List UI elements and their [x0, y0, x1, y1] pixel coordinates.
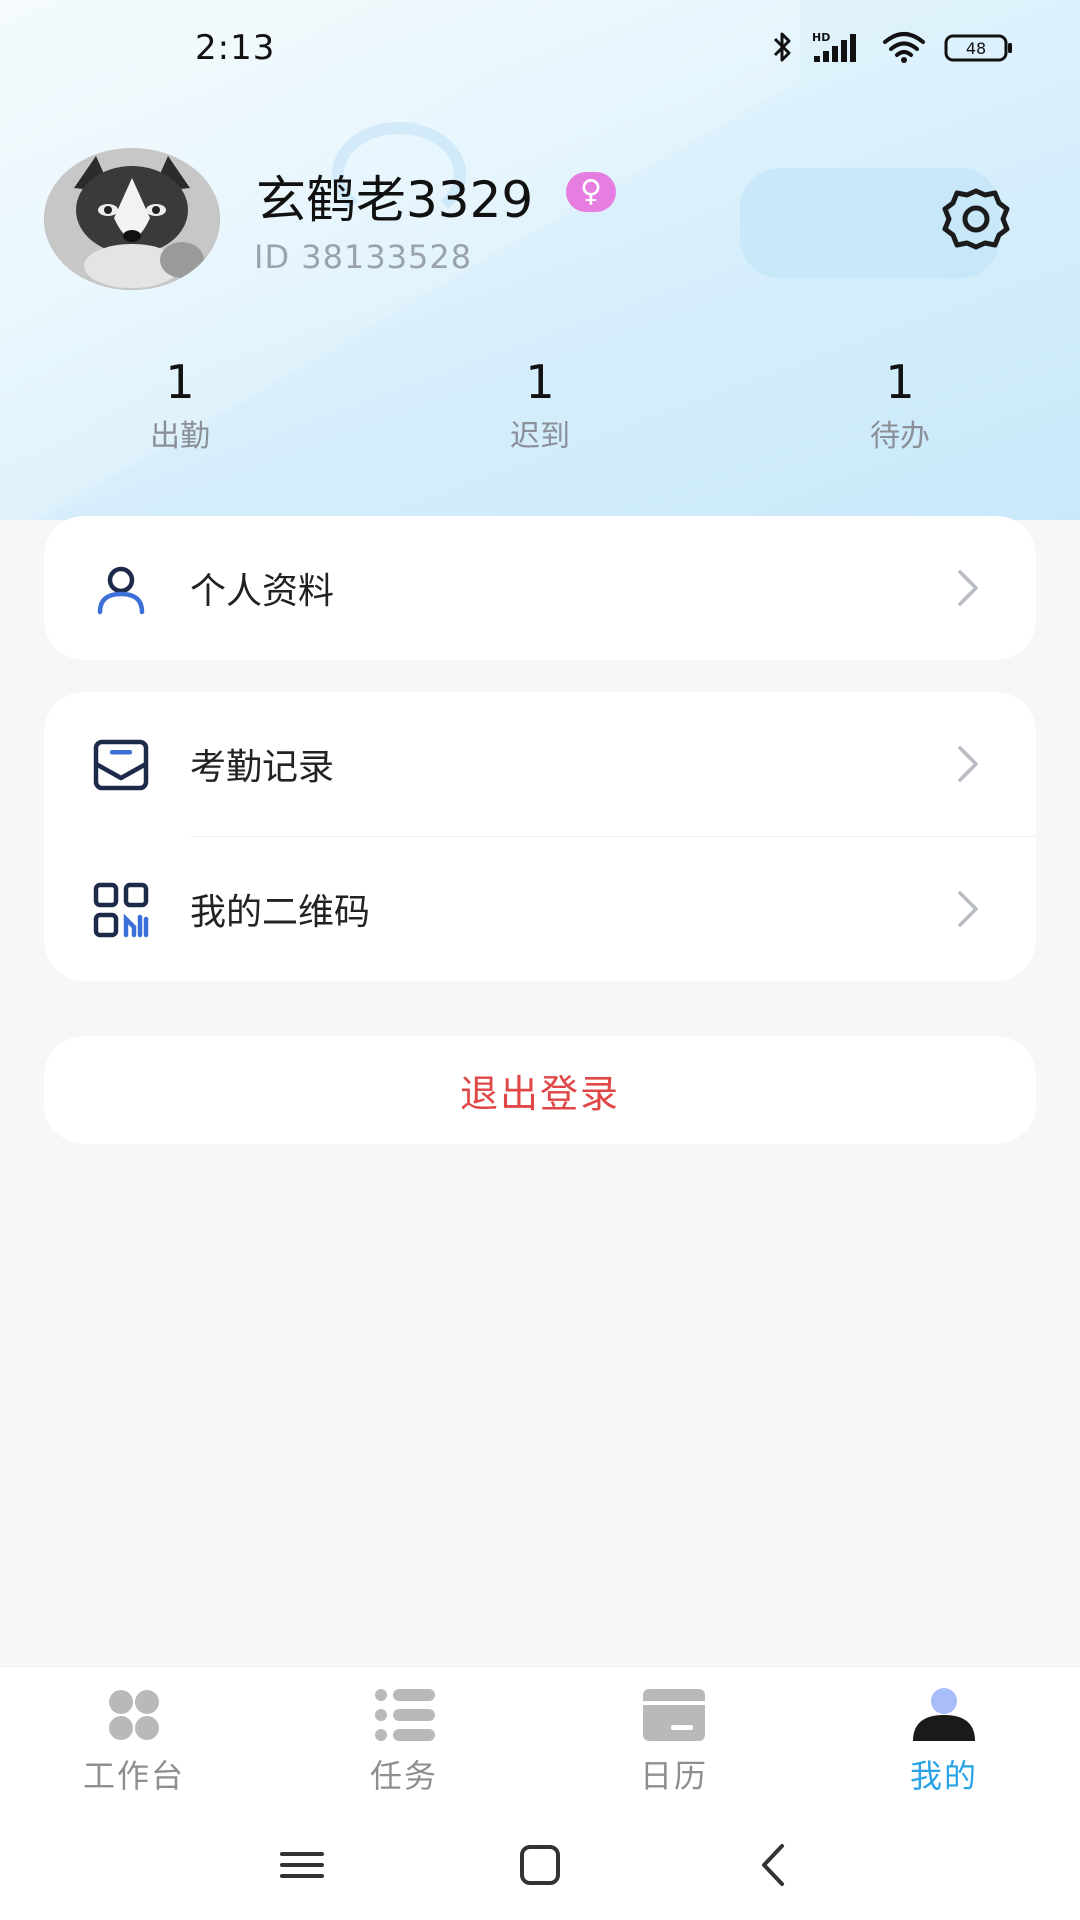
status-bar: 2:13 HD 48: [0, 0, 1080, 100]
gear-icon: [942, 188, 1010, 250]
logout-label: 退出登录: [459, 1071, 620, 1116]
person-icon: [913, 1688, 975, 1741]
avatar[interactable]: [44, 148, 220, 290]
username: 玄鹤老3329: [256, 171, 534, 229]
status-time: 2:13: [195, 28, 276, 68]
stat-todo[interactable]: 1 待办: [800, 350, 1000, 460]
tab-mine[interactable]: 我的: [854, 1687, 1034, 1807]
chevron-right-icon: [958, 570, 978, 606]
list-icon: [375, 1689, 435, 1741]
system-nav-bar: [0, 1810, 1080, 1920]
user-icon: [97, 566, 145, 615]
stat-attendance-value: 1: [165, 355, 195, 409]
stats-row: 1 出勤 1 迟到 1 待办: [0, 350, 1080, 470]
bottom-tab-bar: 工作台 任务 日历 我的: [0, 1666, 1080, 1811]
stat-todo-value: 1: [885, 355, 915, 409]
menu-item-my-qr-code-label: 我的二维码: [190, 892, 371, 933]
gender-badge: ♀: [566, 172, 616, 212]
status-icons: HD 48: [770, 30, 1014, 64]
grid-icon: [109, 1690, 159, 1740]
stat-attendance[interactable]: 1 出勤: [80, 350, 280, 460]
stat-late-label: 迟到: [510, 419, 570, 454]
tab-tasks[interactable]: 任务: [314, 1687, 494, 1807]
stat-attendance-label: 出勤: [150, 419, 210, 454]
bluetooth-icon: [773, 32, 791, 62]
tab-calendar-label: 日历: [639, 1757, 708, 1795]
tab-workbench[interactable]: 工作台: [44, 1687, 224, 1807]
tab-calendar[interactable]: 日历: [584, 1687, 764, 1807]
logout-button[interactable]: 退出登录: [44, 1036, 1036, 1144]
back-nav-icon[interactable]: [744, 1840, 804, 1890]
menu-item-profile-info[interactable]: 个人资料: [44, 516, 1036, 660]
hd-signal-icon: HD: [812, 31, 856, 62]
battery-icon: 48: [944, 34, 1012, 62]
mail-tray-icon: [93, 739, 149, 791]
wifi-icon: [883, 32, 925, 63]
chevron-right-icon: [958, 891, 978, 927]
svg-text:HD: HD: [812, 31, 830, 44]
records-card: 考勤记录 我的二维码: [44, 692, 1036, 981]
battery-level: 48: [966, 39, 986, 58]
tab-workbench-label: 工作台: [82, 1757, 185, 1795]
female-icon: ♀: [580, 174, 602, 209]
menu-item-my-qr-code[interactable]: 我的二维码: [44, 837, 1036, 981]
menu-nav-icon[interactable]: [272, 1840, 332, 1890]
calendar-icon: [643, 1689, 705, 1741]
stat-late-value: 1: [525, 355, 555, 409]
settings-button[interactable]: [938, 186, 1014, 252]
stat-late[interactable]: 1 迟到: [440, 350, 640, 460]
chevron-right-icon: [958, 746, 978, 782]
home-nav-icon[interactable]: [510, 1840, 570, 1890]
tab-tasks-label: 任务: [369, 1757, 438, 1795]
user-id: ID 38133528: [254, 238, 473, 276]
profile-card: 个人资料: [44, 516, 1036, 660]
menu-item-attendance-records[interactable]: 考勤记录: [44, 692, 1036, 836]
tab-mine-label: 我的: [909, 1757, 978, 1795]
menu-item-attendance-records-label: 考勤记录: [190, 747, 335, 788]
menu-item-profile-info-label: 个人资料: [190, 571, 335, 612]
stat-todo-label: 待办: [870, 419, 930, 454]
qr-code-icon: [93, 882, 149, 938]
